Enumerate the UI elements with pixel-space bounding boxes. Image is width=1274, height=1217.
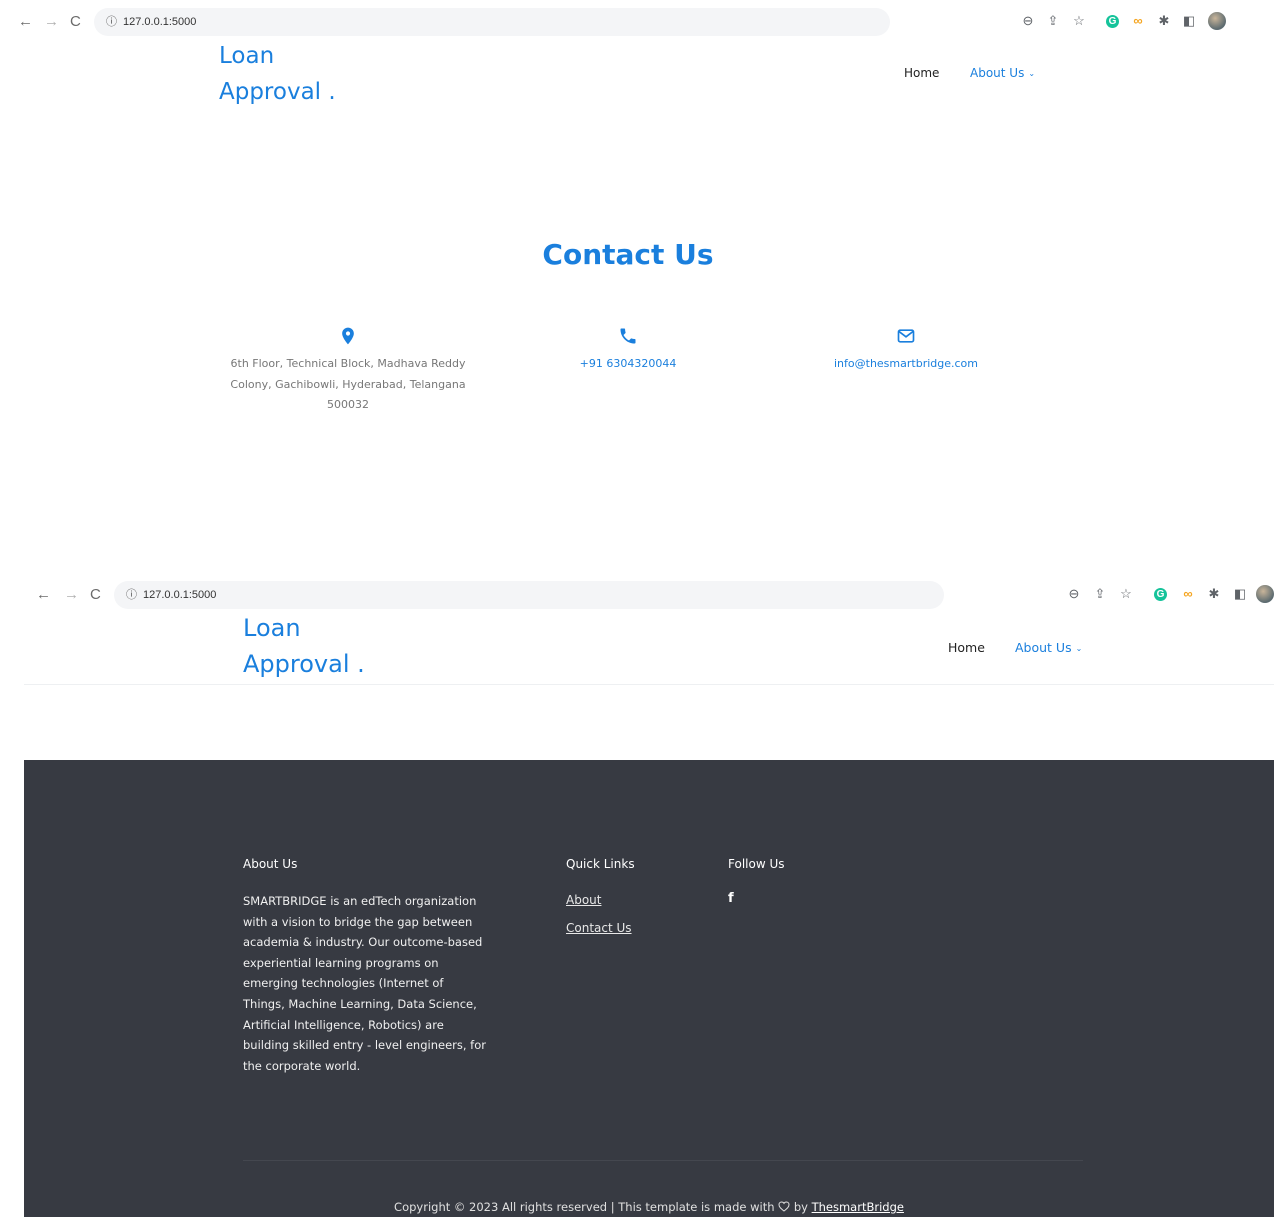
email-link[interactable]: info@thesmartbridge.com	[816, 354, 996, 375]
share-icon[interactable]: ⇪	[1092, 586, 1108, 602]
brand-logo[interactable]: Loan Approval .	[243, 610, 365, 682]
footer-about-heading: About Us	[243, 857, 298, 871]
brand-line-2: Approval .	[243, 650, 365, 678]
phone-icon	[620, 328, 636, 344]
footer-divider	[243, 1160, 1083, 1161]
extensions-puzzle-icon[interactable]: ✱	[1206, 586, 1222, 602]
facebook-icon[interactable]: f	[728, 891, 734, 906]
address-bar[interactable]: ⓘ 127.0.0.1:5000	[114, 581, 944, 609]
forward-icon[interactable]: →	[64, 586, 79, 604]
address-text: 6th Floor, Technical Block, Madhava Redd…	[230, 357, 466, 411]
nav-about-dropdown[interactable]: About Us ⌄	[970, 66, 1035, 80]
contact-title: Contact Us	[542, 238, 714, 271]
copyright-text: Copyright © 2023 All rights reserved | T…	[394, 1200, 775, 1214]
brand-logo[interactable]: Loan Approval .	[219, 38, 336, 110]
nav-home-link[interactable]: Home	[948, 640, 985, 655]
brand-line-2: Approval .	[219, 79, 336, 105]
reload-icon[interactable]: C	[70, 13, 81, 31]
bookmark-star-icon[interactable]: ☆	[1071, 13, 1087, 29]
brand-line-1: Loan	[243, 614, 301, 642]
footer-about-text: SMARTBRIDGE is an edTech organization wi…	[243, 894, 486, 1073]
address-bar[interactable]: ⓘ 127.0.0.1:5000	[94, 8, 890, 36]
share-icon[interactable]: ⇪	[1045, 13, 1061, 29]
nav-about-label: About Us	[970, 66, 1025, 80]
extensions-puzzle-icon[interactable]: ✱	[1156, 13, 1172, 29]
site-info-icon[interactable]: ⓘ	[106, 15, 117, 29]
zoom-icon[interactable]: ⊖	[1020, 13, 1036, 29]
chevron-down-icon: ⌄	[1028, 69, 1036, 78]
side-panel-icon[interactable]: ◧	[1181, 13, 1197, 29]
grammarly-extension-icon[interactable]: G	[1106, 15, 1119, 28]
browser-toolbar-2: ← → C ⓘ 127.0.0.1:5000 ⊖ ⇪ ☆ G ∞ ✱ ◧	[24, 581, 1274, 609]
reload-icon[interactable]: C	[90, 586, 101, 604]
footer-copyright: Copyright © 2023 All rights reserved | T…	[24, 1200, 1274, 1214]
footer-link-contact[interactable]: Contact Us	[566, 921, 632, 935]
extension-link-icon[interactable]: ∞	[1180, 586, 1196, 602]
chevron-down-icon: ⌄	[1075, 644, 1083, 653]
browser-toolbar: ← → C ⓘ 127.0.0.1:5000 ⊖ ⇪ ☆ G ∞ ✱ ◧	[0, 8, 1274, 36]
thesmartbridge-link[interactable]: ThesmartBridge	[812, 1200, 904, 1214]
side-panel-icon[interactable]: ◧	[1232, 586, 1248, 602]
site-info-icon[interactable]: ⓘ	[126, 588, 137, 602]
map-marker-icon	[342, 327, 354, 345]
forward-icon[interactable]: →	[44, 13, 59, 31]
header-divider	[24, 684, 1274, 685]
site-footer: About Us SMARTBRIDGE is an edTech organi…	[24, 760, 1274, 1217]
footer-follow-heading: Follow Us	[728, 857, 785, 871]
copyright-by: by	[793, 1200, 808, 1214]
footer-link-about[interactable]: About	[566, 893, 601, 907]
bookmark-star-icon[interactable]: ☆	[1118, 586, 1134, 602]
nav-home-link[interactable]: Home	[904, 66, 939, 80]
url-text[interactable]: 127.0.0.1:5000	[123, 14, 196, 30]
heart-icon	[778, 1201, 790, 1212]
back-icon[interactable]: ←	[18, 13, 33, 31]
extension-link-icon[interactable]: ∞	[1130, 13, 1146, 29]
profile-avatar[interactable]	[1256, 585, 1274, 603]
envelope-icon	[897, 329, 915, 343]
contact-email: info@thesmartbridge.com	[816, 326, 996, 375]
contact-phone: +91 6304320044	[558, 326, 698, 375]
url-text[interactable]: 127.0.0.1:5000	[143, 587, 216, 603]
contact-address: 6th Floor, Technical Block, Madhava Redd…	[228, 326, 468, 416]
brand-line-1: Loan	[219, 43, 275, 69]
profile-avatar[interactable]	[1208, 12, 1226, 30]
zoom-icon[interactable]: ⊖	[1066, 586, 1082, 602]
grammarly-extension-icon[interactable]: G	[1154, 588, 1167, 601]
nav-about-label: About Us	[1015, 640, 1072, 655]
back-icon[interactable]: ←	[36, 586, 51, 604]
phone-link[interactable]: +91 6304320044	[558, 354, 698, 375]
footer-quick-links-heading: Quick Links	[566, 857, 635, 871]
nav-about-dropdown[interactable]: About Us ⌄	[1015, 640, 1082, 655]
